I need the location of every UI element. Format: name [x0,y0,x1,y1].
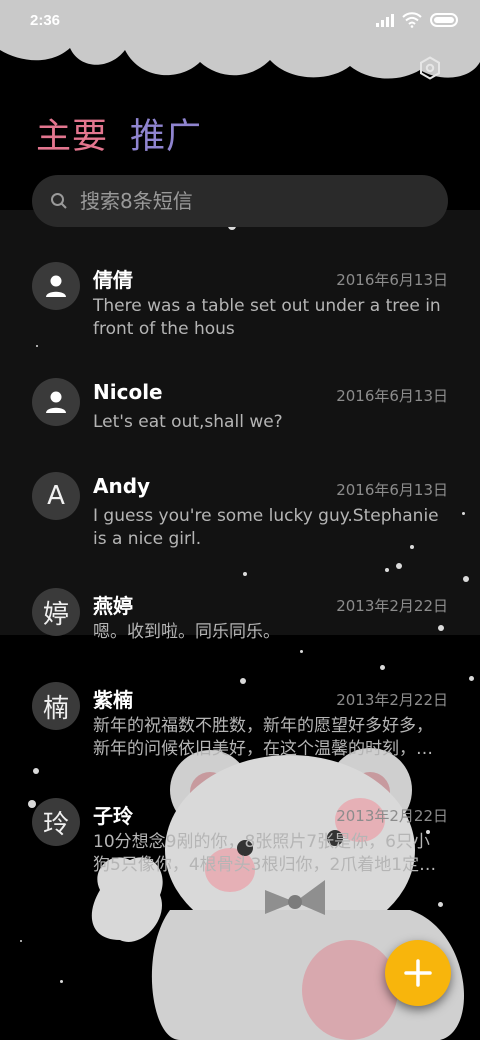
signal-icon [376,13,394,27]
conversation-item[interactable]: 玲 子玲 2013年2月22日 10分想念9剐的你，8张照片7张是你，6只小狗5… [0,798,480,888]
person-icon [46,391,66,413]
message-date: 2013年2月22日 [336,691,448,709]
settings-icon[interactable] [418,56,442,80]
message-preview: Let's eat out,shall we? [93,412,283,432]
message-preview: I guess you're some lucky guy.Stephanie … [93,506,439,549]
tab-bar: 主要 推广 [36,108,202,159]
search-icon [51,193,67,209]
conversation-item[interactable]: 楠 紫楠 2013年2月22日 新年的祝福数不胜数，新年的愿望好多好多，新年的问… [0,682,480,772]
wifi-icon [402,12,422,28]
avatar: 楠 [32,682,80,730]
message-date: 2016年6月13日 [336,387,448,405]
contact-name: 紫楠 [93,688,133,712]
message-preview: 10分想念9剐的你，8张照片7张是你，6只小狗5只像你，4根骨头3根归你，2爪着… [93,832,437,875]
message-date: 2016年6月13日 [336,481,448,499]
battery-icon [430,13,458,27]
new-message-button[interactable] [385,940,451,1006]
search-input[interactable] [80,189,400,213]
tab-primary[interactable]: 主要 [36,108,108,159]
avatar: A [32,472,80,520]
conversation-item[interactable]: Nicole 2016年6月13日 Let's eat out,shall we… [0,378,480,448]
search-bar[interactable] [32,175,448,227]
message-preview: There was a table set out under a tree i… [93,296,441,339]
status-bar: 2:36 [0,0,480,40]
message-date: 2016年6月13日 [336,271,448,289]
message-date: 2013年2月22日 [336,807,448,825]
avatar [32,378,80,426]
contact-name: 倩倩 [93,268,133,292]
contact-name: 子玲 [93,804,133,828]
contact-name: 燕婷 [93,594,133,618]
contact-name: Nicole [93,380,163,404]
person-icon [46,275,66,297]
message-preview: 新年的祝福数不胜数，新年的愿望好多好多，新年的问候依旧美好，在这个温馨的时刻，… [93,716,433,759]
avatar: 玲 [32,798,80,846]
avatar: 婷 [32,588,80,636]
status-time: 2:36 [30,11,61,29]
conversation-item[interactable]: 倩倩 2016年6月13日 There was a table set out … [0,262,480,352]
plus-icon [404,959,432,987]
conversation-item[interactable]: 婷 燕婷 2013年2月22日 嗯。收到啦。同乐同乐。 [0,588,480,658]
contact-name: Andy [93,474,151,498]
message-preview: 嗯。收到啦。同乐同乐。 [93,622,280,642]
message-date: 2013年2月22日 [336,597,448,615]
conversation-item[interactable]: A Andy 2016年6月13日 I guess you're some lu… [0,472,480,562]
tab-promotions[interactable]: 推广 [130,108,202,159]
avatar [32,262,80,310]
